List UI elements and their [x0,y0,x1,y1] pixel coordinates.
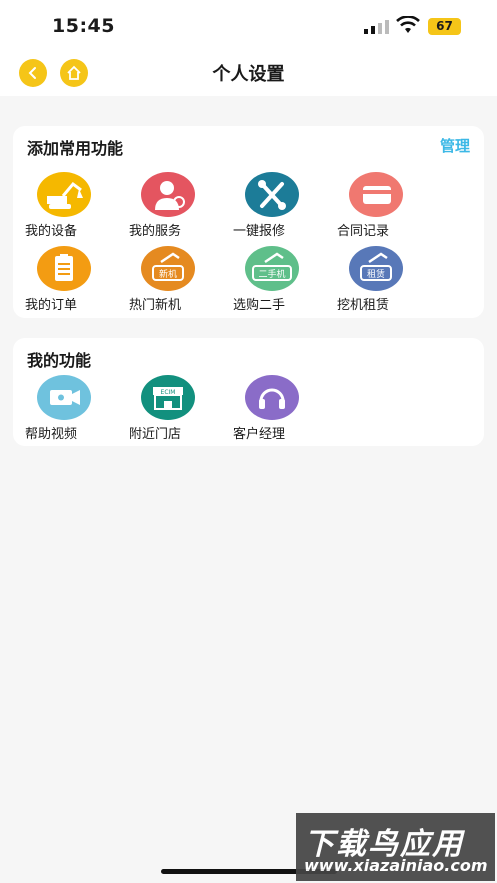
grid-item-account-manager[interactable]: 客户经理 [233,375,337,447]
my-functions-title: 我的功能 [27,351,92,370]
grid-item-excavator-rental[interactable]: 租赁 挖机租赁 [337,246,441,318]
grid-item-contract-records[interactable]: 合同记录 [337,172,441,244]
grid-item-label: 合同记录 [337,224,390,239]
watermark-logo: 下载鸟应用 www.xiazainiao.com [296,813,495,881]
svg-text:ECIM: ECIM [161,389,176,396]
grid-item-label: 挖机租赁 [337,298,390,313]
grid-item-label: 帮助视频 [25,427,78,442]
grid-item-label: 客户经理 [233,427,286,442]
new-machine-icon: 新机 [141,246,195,291]
grid-item-hot-new-machines[interactable]: 新机 热门新机 [129,246,233,318]
video-icon [37,375,91,420]
grid-item-label: 热门新机 [129,298,182,313]
manage-button[interactable]: 管理 [440,135,470,156]
battery-icon: 67 [428,18,461,35]
headset-icon [245,375,299,420]
page-title: 个人设置 [212,64,285,85]
grid-item-label: 我的订单 [25,298,78,313]
svg-text:二手机: 二手机 [258,268,285,280]
nav-bar: 个人设置 [0,50,497,96]
card-icon [349,172,403,217]
used-machine-icon: 二手机 [245,246,299,291]
status-time: 15:45 [52,15,115,37]
service-person-icon [141,172,195,217]
tools-icon [245,172,299,217]
grid-item-label: 我的设备 [25,224,78,239]
svg-text:新机: 新机 [159,268,177,280]
grid-item-label: 附近门店 [129,427,182,442]
grid-item-my-service[interactable]: 我的服务 [129,172,233,244]
grid-item-my-equipment[interactable]: 我的设备 [25,172,129,244]
wifi-icon [396,16,420,33]
my-functions-card: 我的功能 帮助视频 ECIM 附近门店 客户经理 [13,338,484,446]
rental-machine-icon: 租赁 [349,246,403,291]
store-icon: ECIM [141,375,195,420]
grid-item-nearby-stores[interactable]: ECIM 附近门店 [129,375,233,447]
grid-item-my-orders[interactable]: 我的订单 [25,246,129,318]
status-bar: 15:45 67 [0,0,497,50]
clipboard-icon [37,246,91,291]
grid-item-label: 一键报修 [233,224,286,239]
common-functions-card: 添加常用功能 管理 我的设备 我的服务 一键报修 合同记录 我的订单 新机 热门… [13,126,484,318]
svg-text:租赁: 租赁 [367,268,385,280]
grid-item-help-videos[interactable]: 帮助视频 [25,375,129,447]
cellular-signal-icon [364,20,389,34]
grid-item-one-click-repair[interactable]: 一键报修 [233,172,337,244]
excavator-icon [37,172,91,217]
grid-item-buy-used[interactable]: 二手机 选购二手 [233,246,337,318]
grid-item-label: 我的服务 [129,224,182,239]
grid-item-label: 选购二手 [233,298,286,313]
watermark-url: www.xiazainiao.com [304,856,488,875]
common-functions-title: 添加常用功能 [27,139,124,158]
